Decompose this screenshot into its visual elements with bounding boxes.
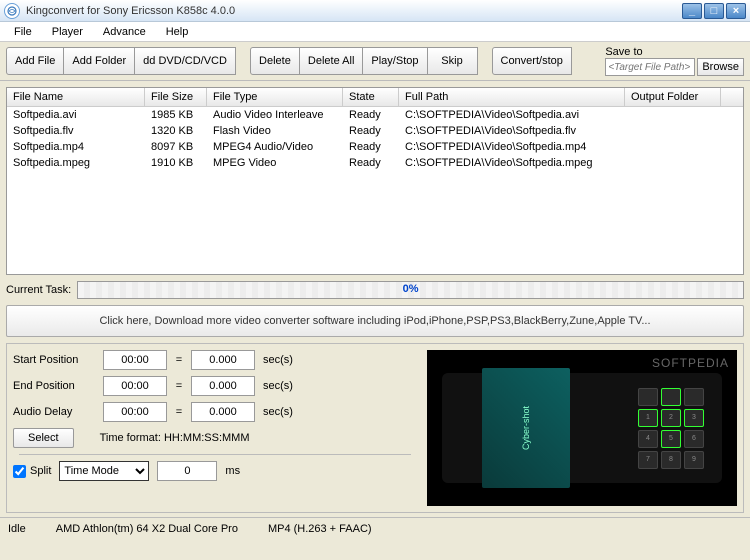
col-name[interactable]: File Name	[7, 88, 145, 106]
col-state[interactable]: State	[343, 88, 399, 106]
save-to-label: Save to	[605, 46, 744, 58]
current-task-label: Current Task:	[6, 284, 71, 296]
col-output[interactable]: Output Folder	[625, 88, 721, 106]
status-format: MP4 (H.263 + FAAC)	[268, 523, 372, 535]
col-size[interactable]: File Size	[145, 88, 207, 106]
position-panel: Start Position = sec(s) End Position = s…	[13, 350, 417, 506]
preview-panel: SOFTPEDIA Cyber-shot 123 456 789	[427, 350, 737, 506]
browse-button[interactable]: Browse	[697, 58, 744, 76]
audio-sec-input[interactable]	[191, 402, 255, 422]
end-time-input[interactable]	[103, 376, 167, 396]
minimize-button[interactable]: _	[682, 3, 702, 19]
table-row[interactable]: Softpedia.mpeg1910 KBMPEG VideoReadyC:\S…	[7, 155, 743, 171]
status-bar: Idle AMD Athlon(tm) 64 X2 Dual Core Pro …	[0, 517, 750, 539]
split-mode-select[interactable]: Time Mode	[59, 461, 149, 481]
promo-banner[interactable]: Click here, Download more video converte…	[6, 305, 744, 337]
col-path[interactable]: Full Path	[399, 88, 625, 106]
skip-button[interactable]: Skip	[428, 47, 478, 75]
start-position-label: Start Position	[13, 354, 97, 366]
table-row[interactable]: Softpedia.flv1320 KBFlash VideoReadyC:\S…	[7, 123, 743, 139]
status-cpu: AMD Athlon(tm) 64 X2 Dual Core Pro	[56, 523, 238, 535]
table-row[interactable]: Softpedia.avi1985 KBAudio Video Interlea…	[7, 107, 743, 123]
end-sec-input[interactable]	[191, 376, 255, 396]
add-dvd-button[interactable]: dd DVD/CD/VCD	[135, 47, 236, 75]
progress-percent: 0%	[403, 283, 419, 295]
audio-time-input[interactable]	[103, 402, 167, 422]
start-time-input[interactable]	[103, 350, 167, 370]
app-icon	[4, 3, 20, 19]
file-list-header: File Name File Size File Type State Full…	[7, 88, 743, 107]
window-title: Kingconvert for Sony Ericsson K858c 4.0.…	[26, 5, 682, 17]
audio-delay-label: Audio Delay	[13, 406, 97, 418]
col-type[interactable]: File Type	[207, 88, 343, 106]
progress-bar: 0%	[77, 281, 744, 299]
close-button[interactable]: ×	[726, 3, 746, 19]
start-sec-input[interactable]	[191, 350, 255, 370]
split-unit: ms	[225, 465, 240, 477]
watermark: SOFTPEDIA	[652, 356, 729, 370]
phone-image: Cyber-shot 123 456 789	[442, 373, 722, 483]
split-checkbox[interactable]	[13, 465, 26, 478]
save-to-input[interactable]	[605, 58, 695, 76]
table-row[interactable]: Softpedia.mp48097 KBMPEG4 Audio/VideoRea…	[7, 139, 743, 155]
file-list[interactable]: File Name File Size File Type State Full…	[6, 87, 744, 275]
select-button[interactable]: Select	[13, 428, 74, 448]
split-checkbox-label[interactable]: Split	[13, 465, 51, 478]
convert-stop-button[interactable]: Convert/stop	[492, 47, 572, 75]
add-folder-button[interactable]: Add Folder	[64, 47, 135, 75]
menu-advance[interactable]: Advance	[93, 24, 156, 40]
end-position-label: End Position	[13, 380, 97, 392]
maximize-button[interactable]: □	[704, 3, 724, 19]
menu-help[interactable]: Help	[156, 24, 199, 40]
play-stop-button[interactable]: Play/Stop	[363, 47, 427, 75]
time-format-label: Time format: HH:MM:SS:MMM	[100, 432, 250, 444]
menu-player[interactable]: Player	[42, 24, 93, 40]
toolbar: Add File Add Folder dd DVD/CD/VCD Delete…	[0, 42, 750, 81]
delete-all-button[interactable]: Delete All	[300, 47, 363, 75]
status-idle: Idle	[8, 523, 26, 535]
split-value-input[interactable]	[157, 461, 217, 481]
menu-file[interactable]: File	[4, 24, 42, 40]
delete-button[interactable]: Delete	[250, 47, 300, 75]
menu-bar: File Player Advance Help	[0, 22, 750, 42]
title-bar: Kingconvert for Sony Ericsson K858c 4.0.…	[0, 0, 750, 22]
add-file-button[interactable]: Add File	[6, 47, 64, 75]
